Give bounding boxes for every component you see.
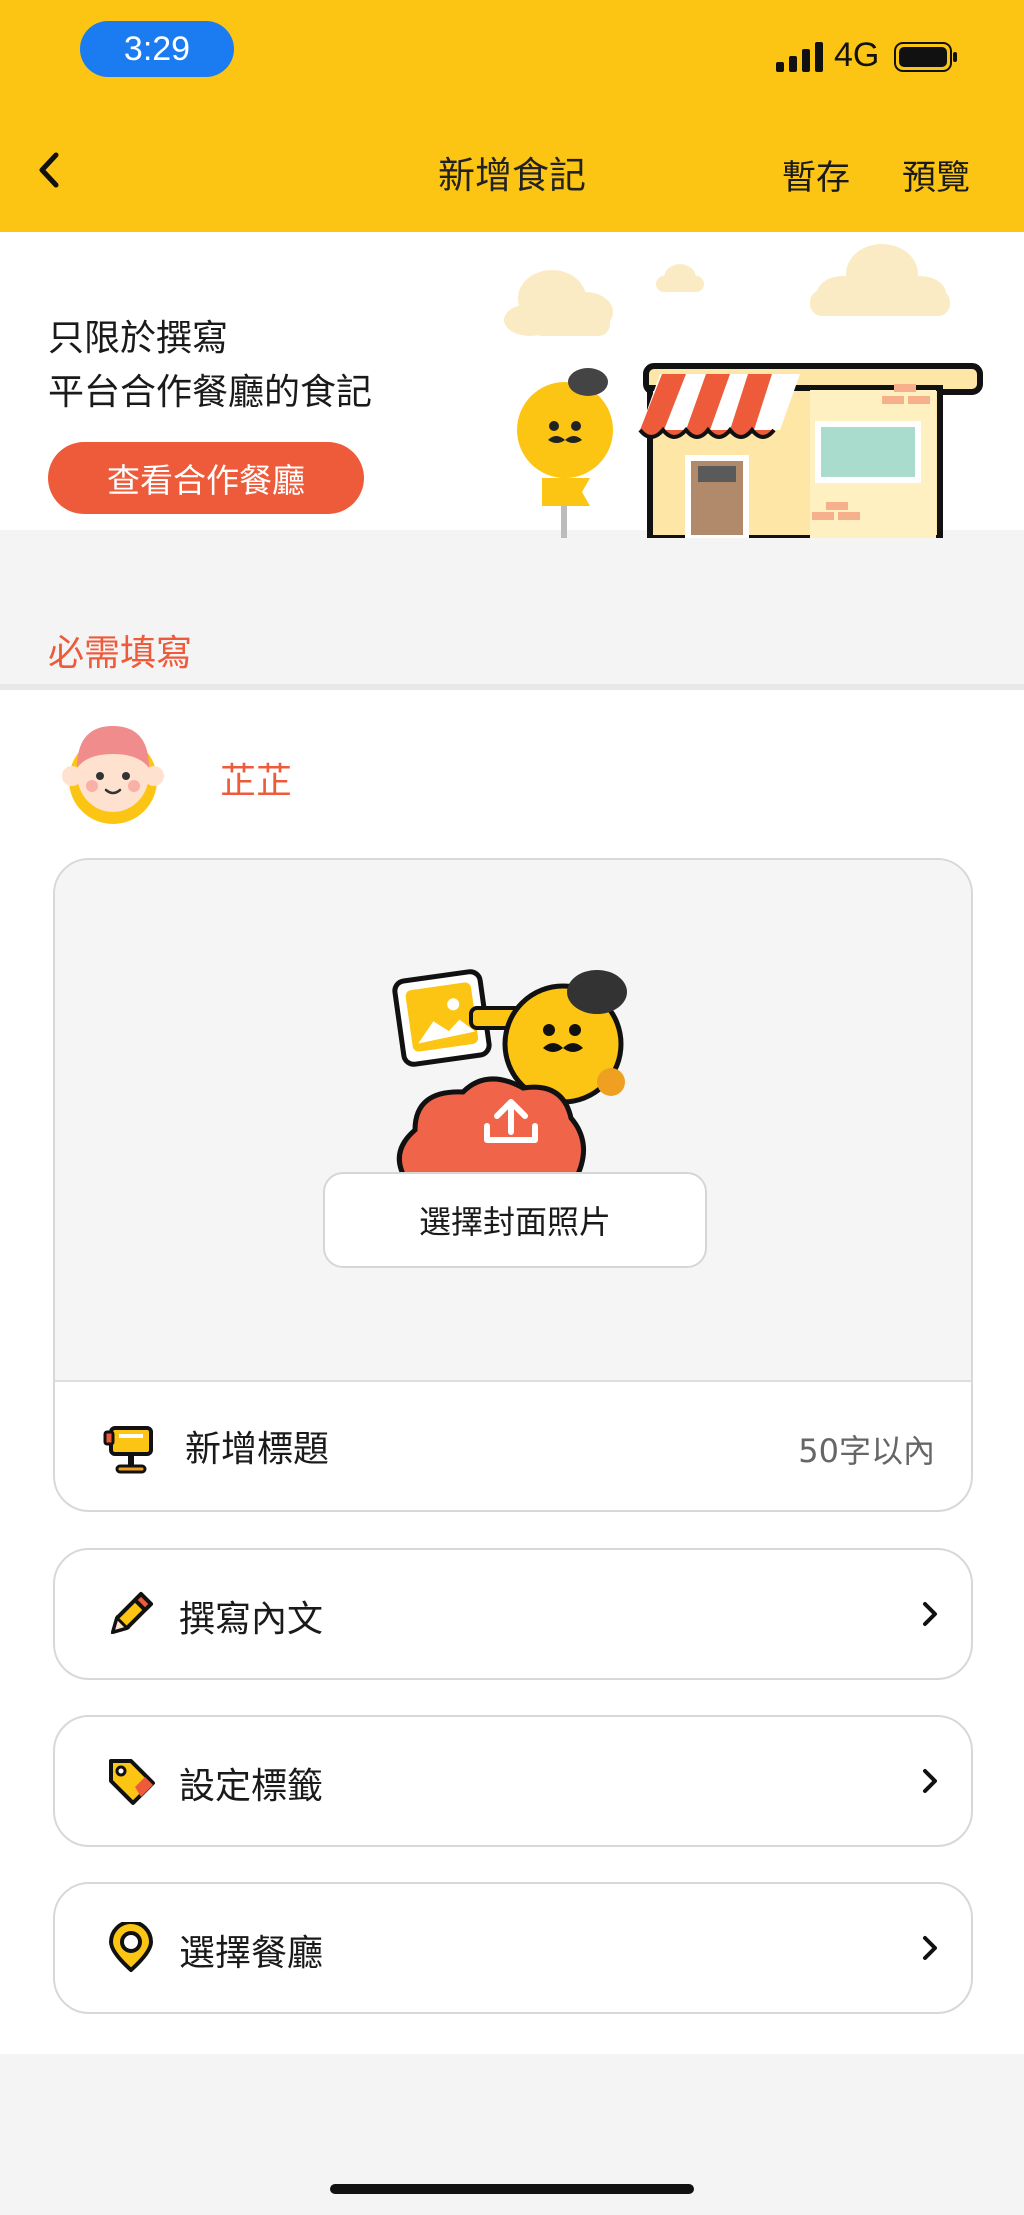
add-title-label: 新增標題 <box>185 1429 330 1470</box>
tag-icon <box>109 1759 155 1805</box>
network-type: 4G <box>834 36 880 74</box>
view-partner-restaurants-button[interactable]: 查看合作餐廳 <box>48 442 364 514</box>
banner-line-1: 只限於撰寫 <box>48 318 229 359</box>
set-tags-label: 設定標籤 <box>179 1766 324 1807</box>
save-draft-button[interactable]: 暫存 <box>782 150 850 199</box>
choose-restaurant-label: 選擇餐廳 <box>179 1933 324 1974</box>
cover-and-title-box: 選擇封面照片 新增標題 50字以內 <box>53 858 973 1512</box>
banner-line-2: 平台合作餐廳的食記 <box>48 372 373 413</box>
user-avatar <box>62 726 164 824</box>
page-title: 新增食記 <box>438 154 586 197</box>
upload-mascot-illustration <box>392 969 627 1184</box>
title-length-hint: 50字以內 <box>798 1432 935 1470</box>
status-time: 3:29 <box>80 21 234 77</box>
user-name: 芷芷 <box>220 761 293 802</box>
set-tags-row[interactable]: 設定標籤 <box>53 1715 973 1847</box>
choose-restaurant-row[interactable]: 選擇餐廳 <box>53 1882 973 2014</box>
add-title-row[interactable]: 新增標題 50字以內 <box>55 1382 971 1510</box>
location-pin-icon <box>109 1922 153 1972</box>
write-content-label: 撰寫內文 <box>179 1599 324 1640</box>
chevron-right-icon <box>923 1936 937 1960</box>
storefront-illustration <box>504 244 983 538</box>
chevron-right-icon <box>923 1602 937 1626</box>
write-content-row[interactable]: 撰寫內文 <box>53 1548 973 1680</box>
battery-icon <box>894 42 957 72</box>
preview-button[interactable]: 預覽 <box>902 150 970 199</box>
cellular-signal-icon <box>776 42 823 72</box>
banner-text: 只限於撰寫 平台合作餐廳的食記 <box>48 312 372 420</box>
home-indicator[interactable] <box>330 2184 694 2194</box>
required-section-label: 必需填寫 <box>48 633 193 674</box>
pencil-icon <box>110 1592 153 1635</box>
choose-cover-photo-button[interactable]: 選擇封面照片 <box>323 1172 707 1268</box>
cover-photo-area[interactable]: 選擇封面照片 <box>55 860 971 1382</box>
signboard-icon <box>103 1426 153 1474</box>
chevron-right-icon <box>923 1769 937 1793</box>
